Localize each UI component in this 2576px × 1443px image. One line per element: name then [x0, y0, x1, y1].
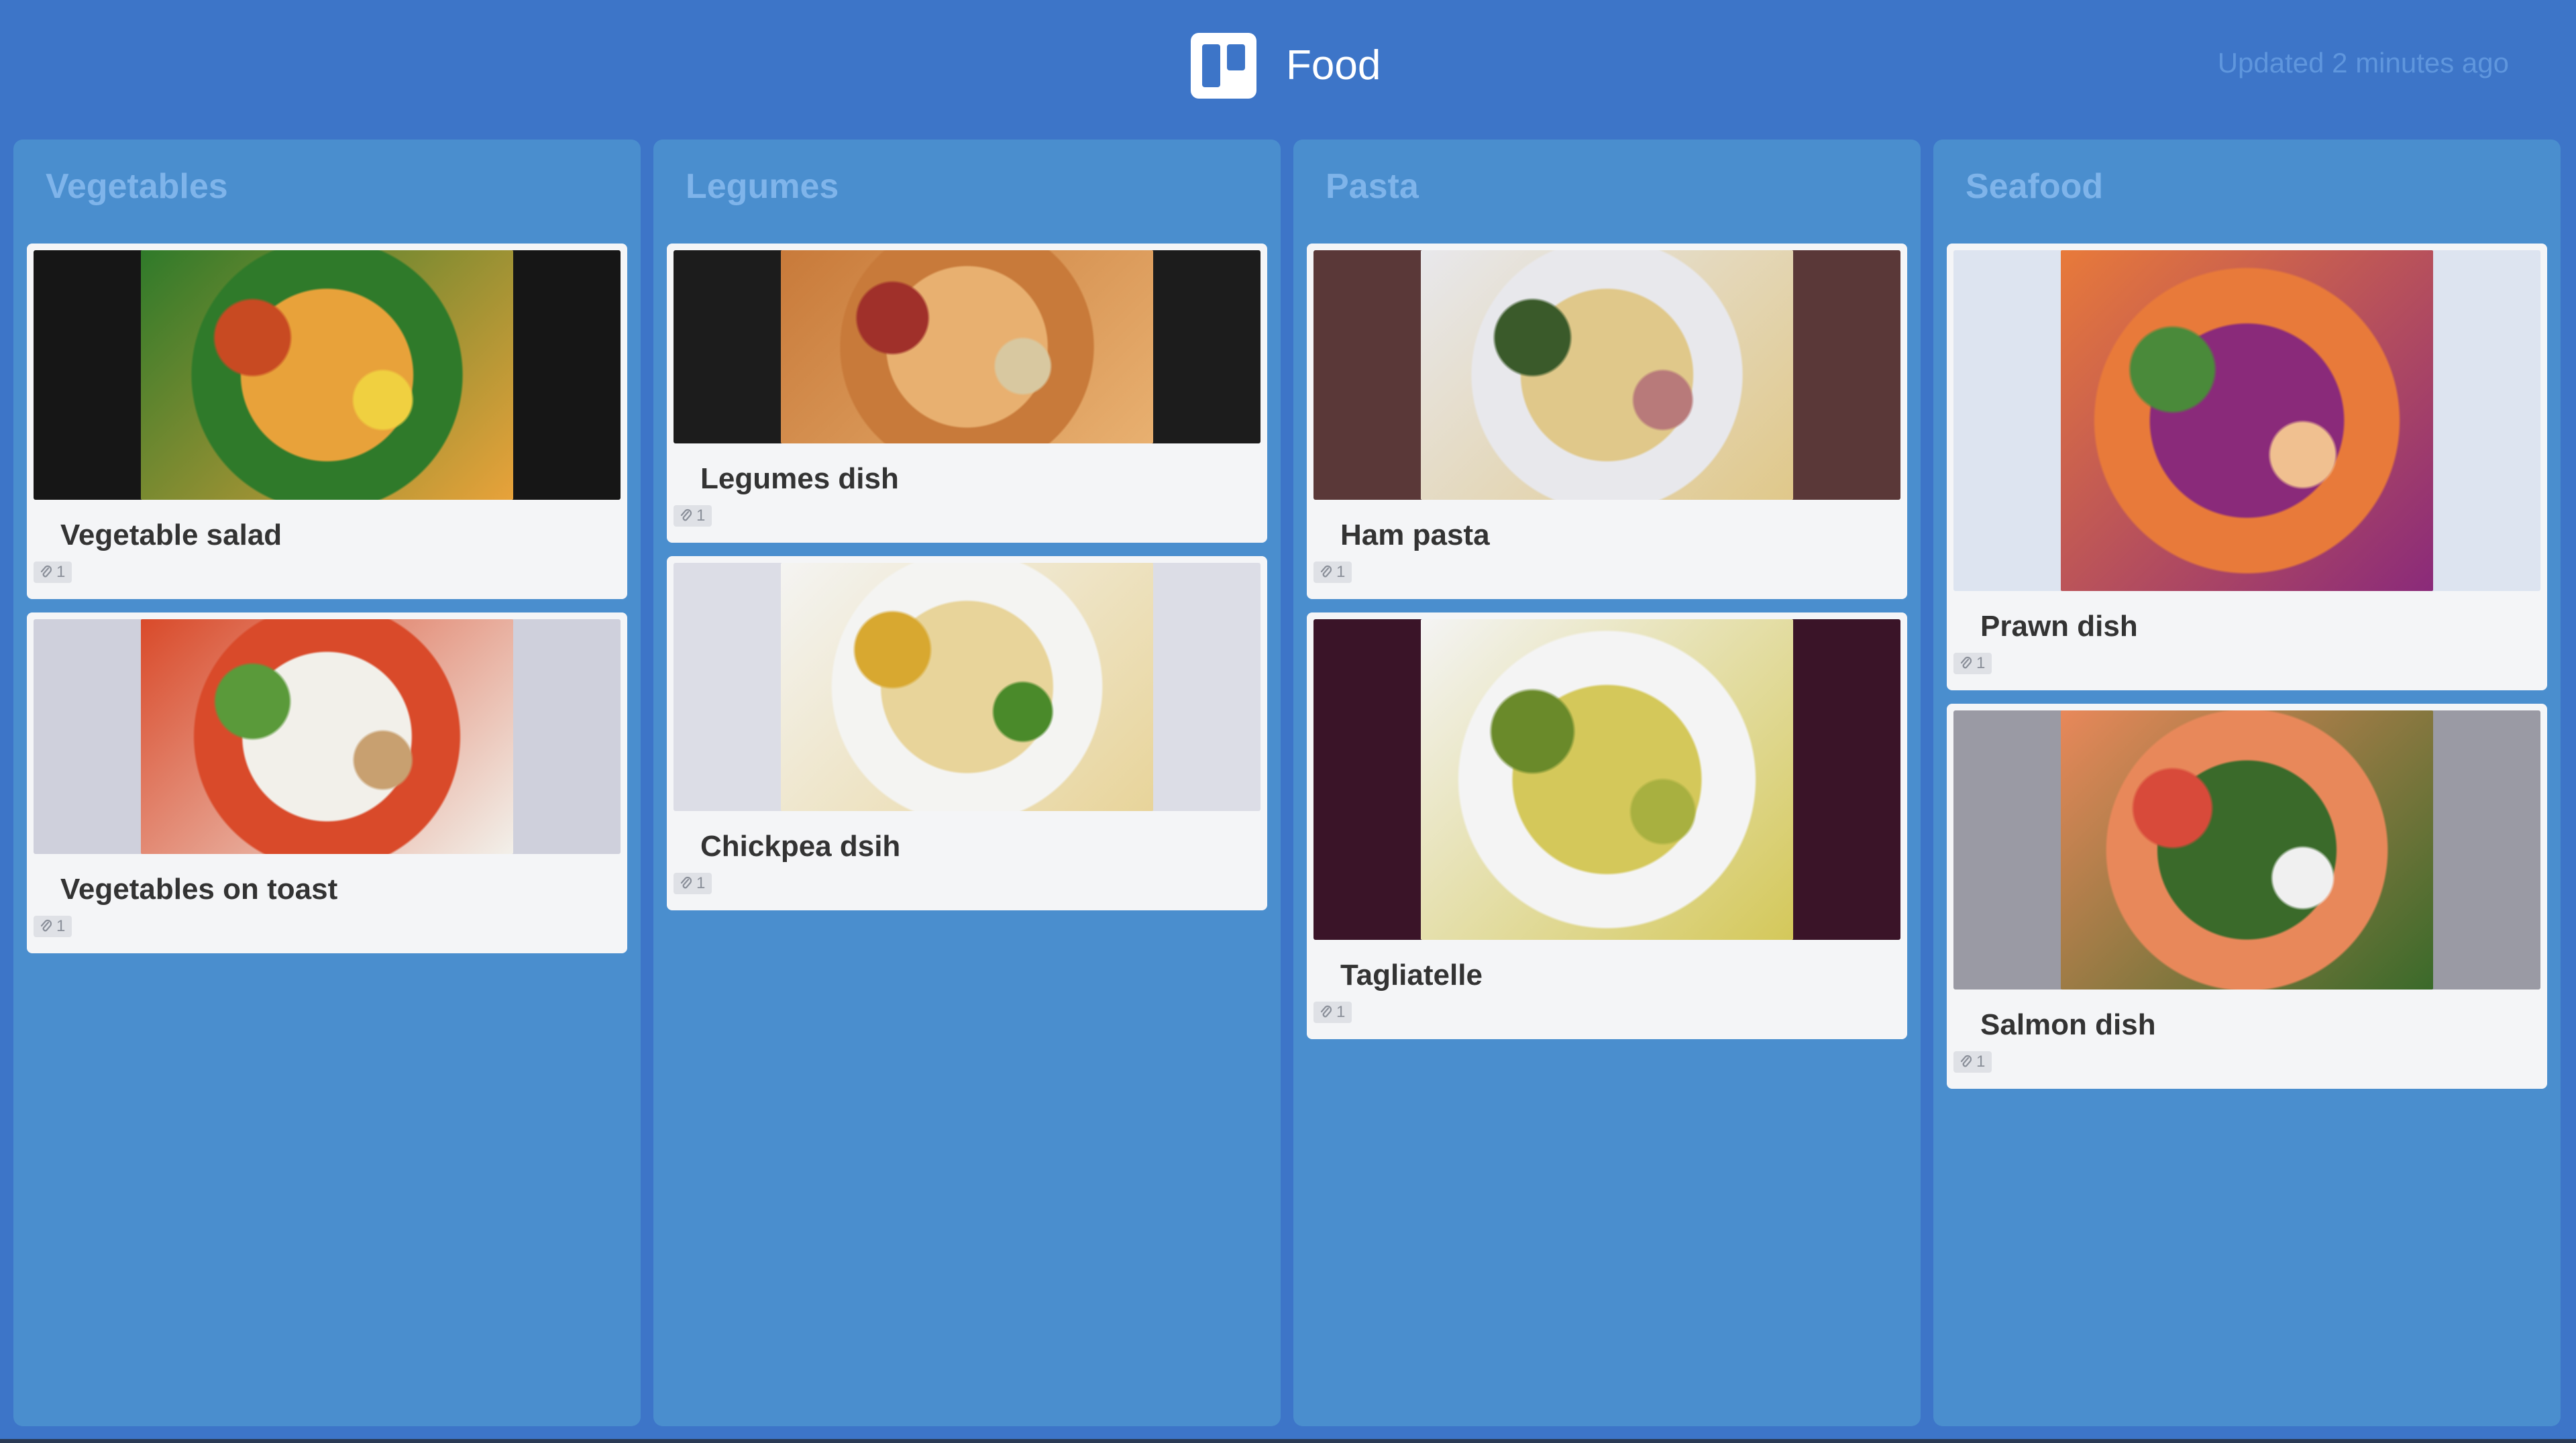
attachment-count: 1 — [696, 506, 706, 525]
card-cover-image — [1313, 250, 1900, 500]
list-column-legumes: Legumes Legumes dish 1 Chickpea dsih 1 — [653, 140, 1281, 1426]
attachment-count: 1 — [1976, 654, 1986, 672]
window-bottom-edge — [0, 1439, 2576, 1443]
card[interactable]: Legumes dish 1 — [667, 244, 1267, 543]
card-title: Prawn dish — [1980, 610, 2138, 643]
trello-board-icon — [1191, 33, 1256, 99]
board-app: Food Updated 2 minutes ago Vegetables Veg… — [0, 0, 2576, 1443]
attachment-badge: 1 — [1953, 1051, 1992, 1073]
attachment-count: 1 — [56, 917, 66, 935]
attachment-badge: 1 — [34, 916, 72, 937]
board-brand[interactable]: Food — [1191, 33, 1381, 99]
card-list: Legumes dish 1 Chickpea dsih 1 — [667, 244, 1267, 924]
card-badges: 1 — [34, 557, 621, 599]
food-photo — [2061, 250, 2433, 591]
card-badges: 1 — [674, 869, 1260, 910]
card-title: Legumes dish — [700, 462, 899, 495]
card[interactable]: Vegetable salad 1 — [27, 244, 627, 599]
board-columns: Vegetables Vegetable salad 1 Vegetables on … — [13, 140, 2563, 1426]
food-photo — [141, 250, 513, 500]
card[interactable]: Chickpea dsih 1 — [667, 556, 1267, 910]
list-column-pasta: Pasta Ham pasta 1 Tagliatelle 1 — [1293, 140, 1921, 1426]
attachment-badge: 1 — [34, 562, 72, 583]
card-cover-image — [34, 250, 621, 500]
food-photo — [781, 563, 1153, 811]
board-header: Food Updated 2 minutes ago — [0, 0, 2576, 134]
paperclip-icon — [1960, 656, 1972, 671]
food-photo — [141, 619, 513, 854]
card-list: Vegetable salad 1 Vegetables on toast 1 — [27, 244, 627, 967]
food-photo — [1421, 619, 1793, 940]
card-cover-image — [1313, 619, 1900, 940]
attachment-badge: 1 — [674, 505, 712, 527]
food-photo — [1421, 250, 1793, 500]
card-list: Ham pasta 1 Tagliatelle 1 — [1307, 244, 1907, 1053]
card-badges: 1 — [674, 501, 1260, 543]
list-title[interactable]: Seafood — [1966, 166, 2103, 207]
attachment-badge: 1 — [674, 873, 712, 894]
food-photo — [781, 250, 1153, 443]
paperclip-icon — [680, 509, 692, 523]
card-cover-image — [34, 619, 621, 854]
attachment-badge: 1 — [1313, 1002, 1352, 1023]
card-title: Salmon dish — [1980, 1008, 2156, 1041]
card-title: Tagliatelle — [1340, 959, 1483, 992]
attachment-count: 1 — [1336, 563, 1346, 581]
paperclip-icon — [680, 876, 692, 891]
card-list: Prawn dish 1 Salmon dish 1 — [1947, 244, 2547, 1102]
paperclip-icon — [1320, 565, 1332, 580]
attachment-count: 1 — [1976, 1053, 1986, 1071]
card-cover-image — [674, 250, 1260, 443]
list-title[interactable]: Pasta — [1326, 166, 1419, 207]
attachment-count: 1 — [1336, 1003, 1346, 1021]
card[interactable]: Vegetables on toast 1 — [27, 612, 627, 953]
paperclip-icon — [1960, 1055, 1972, 1069]
card-cover-image — [1953, 710, 2540, 990]
card-title: Vegetables on toast — [60, 873, 338, 906]
card[interactable]: Ham pasta 1 — [1307, 244, 1907, 599]
attachment-badge: 1 — [1953, 653, 1992, 674]
card-cover-image — [674, 563, 1260, 811]
attachment-badge: 1 — [1313, 562, 1352, 583]
card-title: Ham pasta — [1340, 519, 1490, 551]
food-photo — [2061, 710, 2433, 990]
card-title: Chickpea dsih — [700, 830, 901, 863]
list-title[interactable]: Legumes — [686, 166, 839, 207]
list-title[interactable]: Vegetables — [46, 166, 228, 207]
card-badges: 1 — [1953, 1047, 2540, 1089]
attachment-count: 1 — [56, 563, 66, 581]
paperclip-icon — [40, 919, 52, 934]
board-title: Food — [1286, 42, 1381, 89]
list-column-vegetables: Vegetables Vegetable salad 1 Vegetables on … — [13, 140, 641, 1426]
card[interactable]: Tagliatelle 1 — [1307, 612, 1907, 1039]
card[interactable]: Prawn dish 1 — [1947, 244, 2547, 690]
card-title: Vegetable salad — [60, 519, 282, 551]
card-badges: 1 — [1313, 998, 1900, 1039]
attachment-count: 1 — [696, 874, 706, 892]
updated-timestamp: Updated 2 minutes ago — [2217, 47, 2509, 78]
paperclip-icon — [40, 565, 52, 580]
list-column-seafood: Seafood Prawn dish 1 Salmon dish 1 — [1933, 140, 2561, 1426]
card-badges: 1 — [34, 912, 621, 953]
paperclip-icon — [1320, 1005, 1332, 1020]
card-cover-image — [1953, 250, 2540, 591]
card-badges: 1 — [1313, 557, 1900, 599]
card-badges: 1 — [1953, 649, 2540, 690]
card[interactable]: Salmon dish 1 — [1947, 704, 2547, 1089]
